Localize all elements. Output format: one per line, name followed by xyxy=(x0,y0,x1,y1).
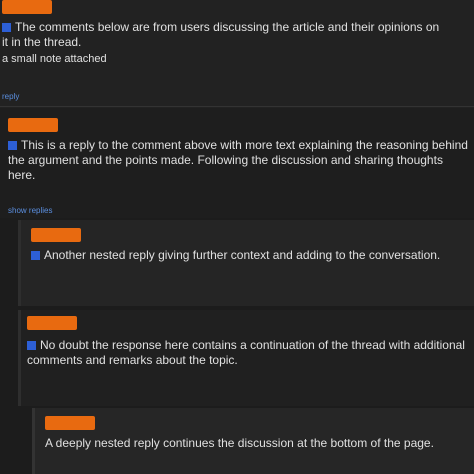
reply-link[interactable]: reply xyxy=(2,92,19,101)
username-badge[interactable] xyxy=(8,118,58,132)
comment-meta xyxy=(8,118,66,132)
quote-icon xyxy=(2,23,11,33)
comment-meta xyxy=(45,416,103,430)
show-replies-link[interactable]: show replies xyxy=(8,206,52,215)
comment-body: This is a reply to the comment above wit… xyxy=(8,138,468,182)
comment-meta xyxy=(2,0,60,14)
comment-body: A deeply nested reply continues the disc… xyxy=(45,436,434,450)
comment-meta xyxy=(27,316,85,330)
comment-extra: a small note attached xyxy=(2,53,107,65)
quote-icon xyxy=(27,341,36,351)
username-badge[interactable] xyxy=(31,228,81,242)
comment: The comments below are from users discus… xyxy=(0,0,474,108)
divider xyxy=(0,106,474,107)
username-badge[interactable] xyxy=(27,316,77,330)
username-badge[interactable] xyxy=(2,0,52,14)
comment: Another nested reply giving further cont… xyxy=(18,220,474,306)
comment: A deeply nested reply continues the disc… xyxy=(32,408,474,474)
comment-body: Another nested reply giving further cont… xyxy=(31,248,463,296)
comment: No doubt the response here contains a co… xyxy=(18,310,474,406)
quote-icon xyxy=(8,141,17,151)
username-badge[interactable] xyxy=(45,416,95,430)
comment-meta xyxy=(31,228,89,242)
quote-icon xyxy=(31,251,40,261)
comment: This is a reply to the comment above wit… xyxy=(0,108,474,218)
comment-body: No doubt the response here contains a co… xyxy=(27,338,465,367)
comment-thread: The comments below are from users discus… xyxy=(0,0,474,474)
